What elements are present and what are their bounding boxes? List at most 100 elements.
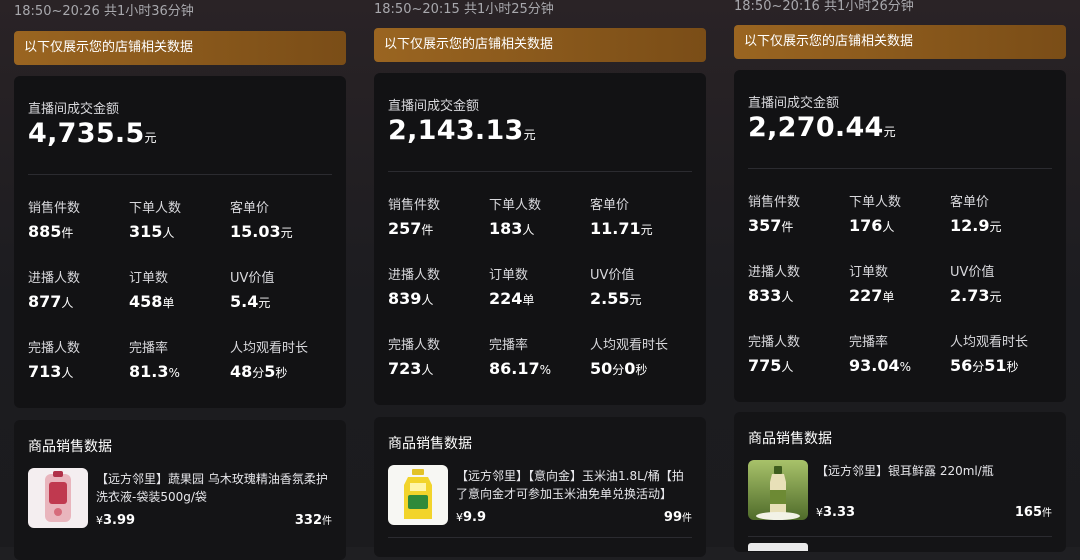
unit: 分 [612, 363, 625, 377]
metric-label: 下单人数 [489, 198, 542, 213]
live-time-range: 18:50~20:15 共1小时25分钟 [374, 2, 554, 17]
metric-label: 进播人数 [388, 268, 441, 283]
value: 93.04 [849, 356, 900, 375]
value: 50 [590, 359, 613, 378]
gmv-amount: 2,270.44 [748, 112, 884, 143]
metric-value: 50分0秒 [590, 359, 668, 378]
value: 183 [489, 219, 523, 238]
goods-price: ¥3.99 [96, 513, 135, 528]
metric-avg-watch-time: 人均观看时长 50分0秒 [590, 334, 668, 378]
metric-value: 81.3% [129, 362, 180, 381]
metric-value: 458单 [129, 292, 174, 311]
unit: 人 [421, 363, 434, 377]
metric-value: 86.17% [489, 359, 551, 378]
live-time-range: 18:50~20:16 共1小时26分钟 [734, 0, 914, 14]
unit: % [539, 363, 552, 377]
goods-price: ¥3.33 [816, 505, 855, 520]
drink-bottle-icon-svg [756, 466, 800, 520]
metric-value: 183人 [489, 219, 541, 238]
goods-sold-count: 99件 [664, 509, 692, 525]
value: 458 [129, 292, 163, 311]
metric-buyer-count: 下单人数 176人 [849, 191, 901, 235]
value: 713 [28, 362, 62, 381]
goods-item[interactable]: 【远方邻里】银耳鲜露 220ml/瓶 ¥3.33 165件 [748, 460, 1052, 524]
unit: 件 [61, 226, 74, 240]
goods-item[interactable]: 【远方邻里】蔬果园 乌木玫瑰精油香氛柔护洗衣液-袋装500g/袋 ¥3.99 3… [28, 468, 332, 532]
metric-value: 2.55元 [590, 289, 642, 308]
value: 885 [28, 222, 62, 241]
goods-price: ¥9.9 [456, 510, 486, 525]
value: 877 [28, 292, 62, 311]
live-stats-card: 直播间成交金额 2,143.13元 销售件数 257件 下单人数 183人 客单… [374, 73, 706, 405]
metric-label: 销售件数 [388, 198, 441, 213]
metric-value: 885件 [28, 222, 80, 241]
next-goods-item[interactable] [748, 536, 1052, 551]
count-unit: 件 [1042, 508, 1052, 519]
unit: 人 [61, 366, 74, 380]
value-seconds: 5 [264, 362, 276, 381]
unit: 元 [640, 223, 653, 237]
metric-label: UV价值 [230, 271, 275, 286]
divider [28, 174, 332, 175]
currency-symbol: ¥ [816, 506, 823, 519]
metric-value: 833人 [748, 286, 800, 305]
unit: 人 [882, 220, 895, 234]
metric-buyer-count: 下单人数 183人 [489, 194, 541, 238]
next-goods-item[interactable] [388, 537, 692, 546]
metric-uv-value: UV价值 5.4元 [230, 267, 274, 311]
gmv-value: 2,270.44元 [748, 112, 896, 143]
metric-value: 11.71元 [590, 219, 653, 238]
metric-avg-watch-time: 人均观看时长 56分51秒 [950, 331, 1028, 375]
goods-name: 【远方邻里】蔬果园 乌木玫瑰精油香氛柔护洗衣液-袋装500g/袋 [96, 472, 328, 504]
metric-label: 订单数 [849, 265, 889, 280]
report-column-2: 18:50~20:15 共1小时25分钟 以下仅展示您的店铺相关数据 直播间成交… [360, 0, 734, 557]
value: 11.71 [590, 219, 641, 238]
metric-label: 人均观看时长 [230, 341, 309, 356]
goods-item[interactable]: 【远方邻里】【意向金】玉米油1.8L/桶【拍了意向金才可参加玉米油免单兑换活动】… [388, 465, 692, 529]
drink-bottle-icon [748, 460, 808, 520]
gmv-unit: 元 [144, 131, 157, 145]
metric-label: 客单价 [230, 201, 270, 216]
metric-sales-count: 销售件数 257件 [388, 194, 440, 238]
unit: 单 [882, 290, 895, 304]
gmv-value: 2,143.13元 [388, 115, 536, 146]
count-unit: 件 [322, 516, 332, 527]
gmv-label: 直播间成交金额 [28, 102, 120, 117]
metric-value: 775人 [748, 356, 800, 375]
goods-sales-card: 商品销售数据 【远方邻里】【意向金】玉米油1.8L/桶【拍了意向金才可参加玉米油… [374, 417, 706, 557]
live-time-range: 18:50~20:26 共1小时36分钟 [14, 4, 194, 19]
value: 775 [748, 356, 782, 375]
value: 257 [388, 219, 422, 238]
unit: 元 [280, 226, 293, 240]
unit: 分 [252, 366, 265, 380]
metric-order-count: 订单数 227单 [849, 261, 894, 305]
divider [748, 168, 1052, 169]
metric-value: 15.03元 [230, 222, 293, 241]
value: 86.17 [489, 359, 540, 378]
live-stats-card: 直播间成交金额 4,735.5元 销售件数 885件 下单人数 315人 客单价… [14, 76, 346, 408]
gmv-label: 直播间成交金额 [388, 99, 480, 114]
metric-label: 进播人数 [28, 271, 81, 286]
unit: 人 [421, 293, 434, 307]
unit: 人 [522, 223, 535, 237]
currency-symbol: ¥ [96, 514, 103, 527]
unit: 人 [162, 226, 175, 240]
metric-label: 完播人数 [388, 338, 441, 353]
unit: 件 [421, 223, 434, 237]
oil-bottle-icon [388, 465, 448, 525]
value: 48 [230, 362, 253, 381]
metric-value: 257件 [388, 219, 440, 238]
metric-label: 人均观看时长 [950, 335, 1029, 350]
metric-avg-order-price: 客单价 11.71元 [590, 194, 653, 238]
metric-value: 839人 [388, 289, 440, 308]
metric-avg-watch-time: 人均观看时长 48分5秒 [230, 337, 308, 381]
metric-order-count: 订单数 224单 [489, 264, 534, 308]
value: 227 [849, 286, 883, 305]
goods-name: 【远方邻里】银耳鲜露 220ml/瓶 [816, 464, 994, 478]
metric-uv-value: UV价值 2.55元 [590, 264, 642, 308]
metric-label: 订单数 [129, 271, 169, 286]
metric-sales-count: 销售件数 885件 [28, 197, 80, 241]
goods-sales-title: 商品销售数据 [748, 431, 832, 447]
detergent-bag-icon-svg [45, 471, 71, 522]
goods-name: 【远方邻里】【意向金】玉米油1.8L/桶【拍了意向金才可参加玉米油免单兑换活动】 [456, 469, 684, 501]
